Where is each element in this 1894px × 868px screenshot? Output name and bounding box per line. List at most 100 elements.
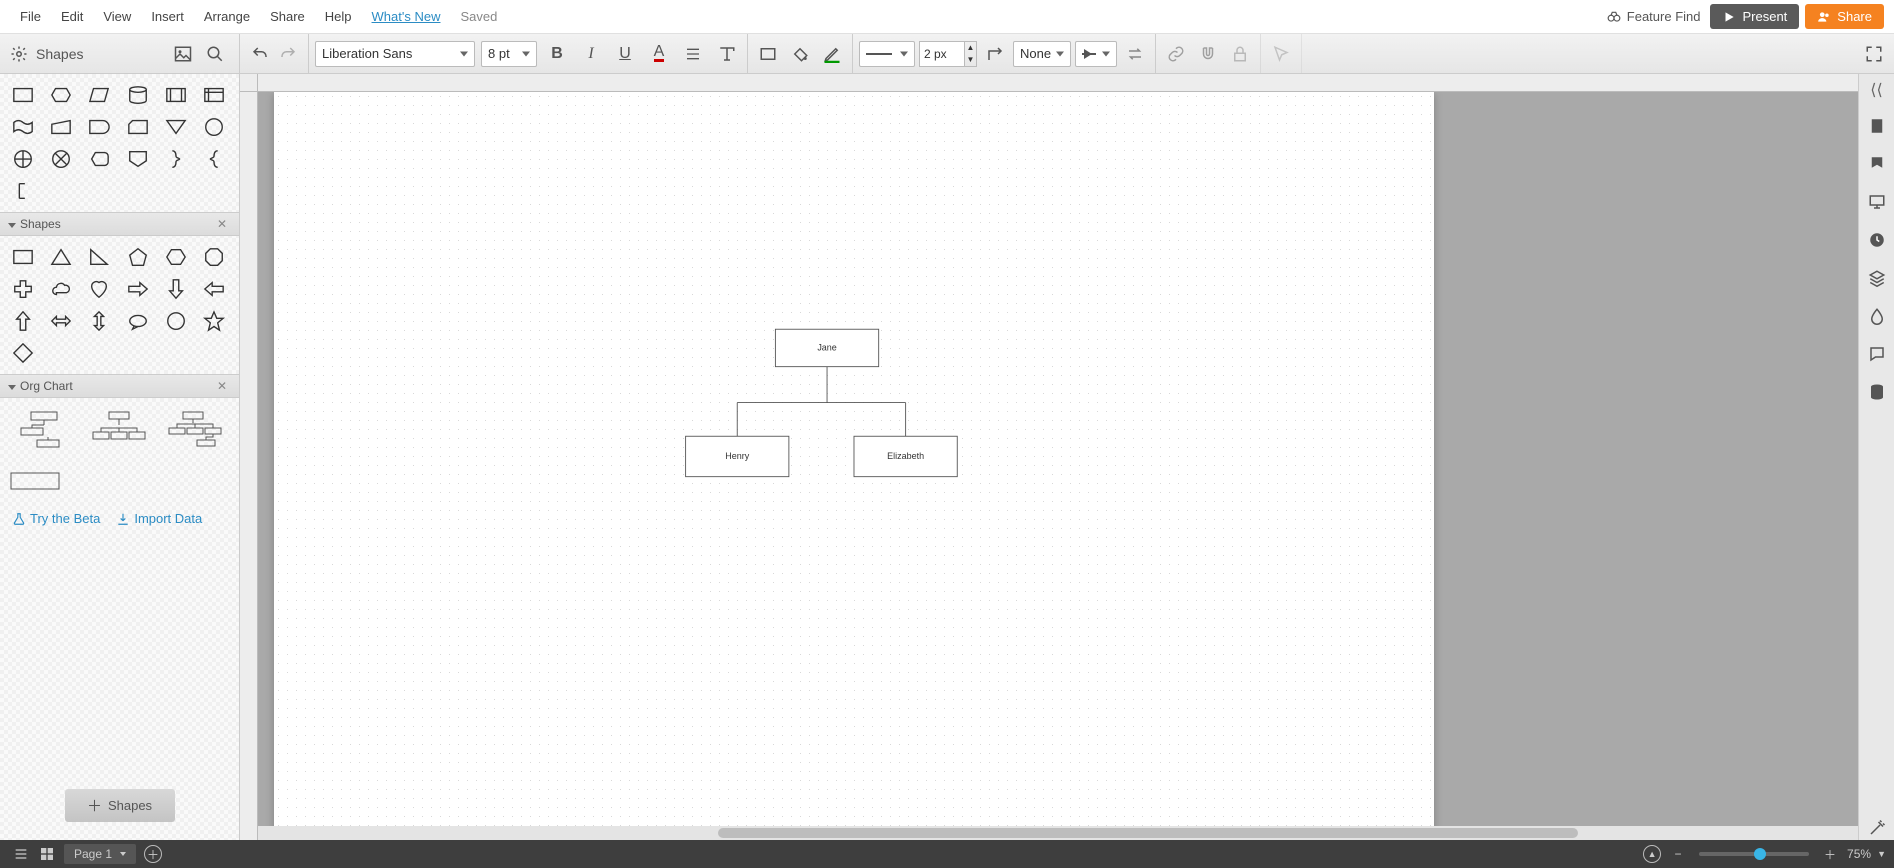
shape-hexagon[interactable] — [46, 82, 76, 108]
line-shape-button[interactable] — [981, 40, 1009, 68]
page-tab-1[interactable]: Page 1 — [64, 844, 136, 864]
shape-manual-input[interactable] — [46, 114, 76, 140]
orgchart-panel-close[interactable]: ✕ — [213, 379, 231, 393]
start-arrow-select[interactable]: None — [1013, 41, 1071, 67]
shape-cloud[interactable] — [46, 276, 76, 302]
shape-brace-right[interactable] — [161, 146, 191, 172]
canvas-viewport[interactable]: Jane Henry Elizabeth — [258, 92, 1858, 826]
shape-delay[interactable] — [84, 114, 114, 140]
gear-icon[interactable] — [10, 45, 28, 63]
orgchart-template-3[interactable] — [163, 410, 227, 450]
fullscreen-button[interactable] — [1860, 40, 1888, 68]
ruler-vertical[interactable] — [240, 92, 258, 840]
shape-heart[interactable] — [84, 276, 114, 302]
shape-or[interactable] — [8, 146, 38, 172]
shapes-panel-close[interactable]: ✕ — [213, 217, 231, 231]
shape-cross[interactable] — [8, 276, 38, 302]
line-style-select[interactable] — [859, 41, 915, 67]
shape-hexagon2[interactable] — [161, 244, 191, 270]
rail-present-button[interactable] — [1865, 190, 1889, 214]
shape-rectangle[interactable] — [8, 82, 38, 108]
font-family-select[interactable]: Liberation Sans — [315, 41, 475, 67]
connector-jane-split[interactable] — [737, 367, 905, 437]
shapes-panel-header[interactable]: Shapes✕ — [0, 212, 239, 236]
orgchart-panel-header[interactable]: Org Chart✕ — [0, 374, 239, 398]
shape-note[interactable] — [8, 178, 38, 204]
menu-file[interactable]: File — [10, 9, 51, 24]
horizontal-scrollbar[interactable] — [258, 826, 1858, 840]
zoom-dropdown-icon[interactable]: ▼ — [1877, 849, 1886, 859]
spinner-up[interactable]: ▲ — [965, 42, 976, 54]
end-arrow-select[interactable] — [1075, 41, 1117, 67]
orgchart-template-2[interactable] — [88, 410, 152, 450]
menu-edit[interactable]: Edit — [51, 9, 93, 24]
fill-color-button[interactable] — [786, 40, 814, 68]
node-jane[interactable]: Jane — [775, 329, 878, 366]
orgchart-box-shape[interactable] — [10, 472, 60, 490]
add-page-button[interactable]: ＋ — [140, 843, 166, 865]
rail-data-button[interactable] — [1865, 304, 1889, 328]
line-width-spinner[interactable]: ▲▼ — [965, 41, 977, 67]
ruler-horizontal[interactable] — [258, 74, 1858, 92]
zoom-value[interactable]: 75% — [1847, 847, 1871, 861]
node-elizabeth[interactable]: Elizabeth — [854, 436, 957, 476]
italic-button[interactable]: I — [577, 40, 605, 68]
shape-star[interactable] — [199, 308, 229, 334]
search-shapes-button[interactable] — [201, 40, 229, 68]
shape-circle[interactable] — [161, 308, 191, 334]
shape-card[interactable] — [123, 114, 153, 140]
zoom-out-button[interactable]: − — [1665, 843, 1691, 865]
shape-predefined[interactable] — [161, 82, 191, 108]
align-button[interactable] — [679, 40, 707, 68]
zoom-in-button[interactable]: ＋ — [1817, 843, 1843, 865]
rail-history-button[interactable] — [1865, 228, 1889, 252]
autozoom-button[interactable]: ▲ — [1639, 843, 1665, 865]
try-beta-link[interactable]: Try the Beta — [12, 511, 100, 526]
menu-insert[interactable]: Insert — [141, 9, 194, 24]
shape-parallelogram[interactable] — [84, 82, 114, 108]
menu-help[interactable]: Help — [315, 9, 362, 24]
menu-whats-new[interactable]: What's New — [362, 9, 451, 24]
menu-share[interactable]: Share — [260, 9, 315, 24]
text-color-button[interactable]: A — [645, 40, 673, 68]
shape-diamond[interactable] — [8, 340, 38, 366]
cursor-tool-button[interactable] — [1267, 40, 1295, 68]
magnet-button[interactable] — [1194, 40, 1222, 68]
rail-collapse-button[interactable]: ⟨⟨ — [1870, 80, 1882, 100]
share-button[interactable]: Share — [1805, 4, 1884, 29]
rail-database-button[interactable] — [1865, 380, 1889, 404]
shape-arrow-down[interactable] — [161, 276, 191, 302]
rail-layers-button[interactable] — [1865, 266, 1889, 290]
rail-format-painter-button[interactable] — [1865, 816, 1889, 840]
feature-find-button[interactable]: Feature Find — [1607, 9, 1701, 24]
shape-display[interactable] — [84, 146, 114, 172]
shape-tape[interactable] — [8, 114, 38, 140]
link-button[interactable] — [1162, 40, 1190, 68]
text-options-button[interactable] — [713, 40, 741, 68]
shape-arrow-left[interactable] — [199, 276, 229, 302]
border-color-button[interactable] — [818, 40, 846, 68]
orgchart-template-1[interactable] — [12, 410, 76, 450]
scrollbar-thumb[interactable] — [718, 828, 1578, 838]
shape-arrow-up[interactable] — [8, 308, 38, 334]
line-width-input[interactable]: 2 px — [919, 41, 965, 67]
shape-right-triangle[interactable] — [84, 244, 114, 270]
underline-button[interactable]: U — [611, 40, 639, 68]
page-list-button[interactable] — [8, 843, 34, 865]
shape-offpage[interactable] — [123, 146, 153, 172]
menu-arrange[interactable]: Arrange — [194, 9, 260, 24]
shape-summing[interactable] — [46, 146, 76, 172]
bold-button[interactable]: B — [543, 40, 571, 68]
lock-button[interactable] — [1226, 40, 1254, 68]
shape-connector[interactable] — [199, 114, 229, 140]
font-size-select[interactable]: 8 pt — [481, 41, 537, 67]
redo-button[interactable] — [274, 40, 302, 68]
import-data-link[interactable]: Import Data — [116, 511, 202, 526]
shape-style-button[interactable] — [754, 40, 782, 68]
rail-theme-button[interactable] — [1865, 152, 1889, 176]
node-henry[interactable]: Henry — [686, 436, 789, 476]
shape-brace-left[interactable] — [199, 146, 229, 172]
shape-internal-storage[interactable] — [199, 82, 229, 108]
zoom-slider-thumb[interactable] — [1754, 848, 1766, 860]
shape-arrow-right[interactable] — [123, 276, 153, 302]
